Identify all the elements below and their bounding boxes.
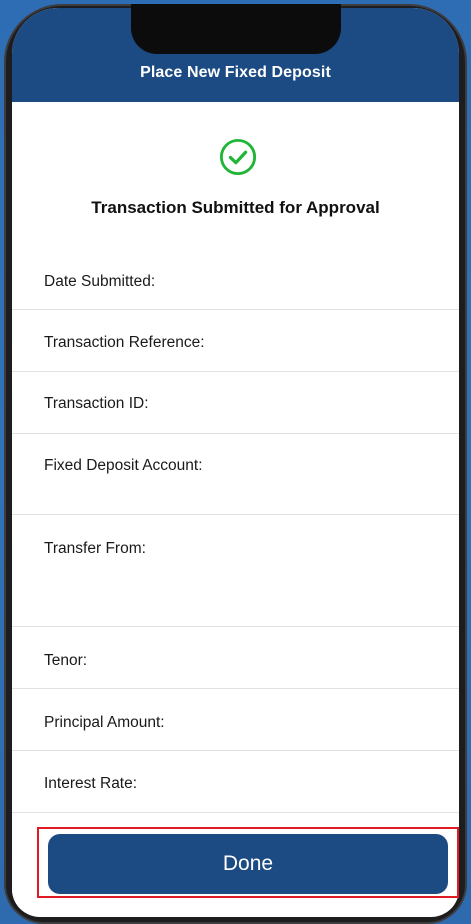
- status-section: Transaction Submitted for Approval: [12, 102, 459, 249]
- done-button[interactable]: Done: [48, 834, 448, 894]
- principal-amount-label: Principal Amount:: [44, 714, 165, 731]
- app-screen: Place New Fixed Deposit Transaction Subm…: [12, 8, 459, 917]
- status-title: Transaction Submitted for Approval: [91, 198, 380, 217]
- fixed-deposit-account-row: Fixed Deposit Account:: [12, 434, 459, 515]
- phone-notch: [131, 4, 341, 54]
- page-title: Place New Fixed Deposit: [140, 64, 331, 81]
- interest-rate-label: Interest Rate:: [44, 775, 138, 792]
- tenor-label: Tenor:: [44, 652, 88, 669]
- fixed-deposit-account-label: Fixed Deposit Account:: [44, 457, 203, 474]
- transfer-from-label: Transfer From:: [44, 540, 146, 557]
- transaction-id-label: Transaction ID:: [44, 395, 149, 412]
- check-circle-icon: [219, 138, 257, 176]
- transaction-reference-label: Transaction Reference:: [44, 334, 205, 351]
- transaction-reference-row: Transaction Reference:: [12, 310, 459, 372]
- date-submitted-row: Date Submitted:: [12, 248, 459, 310]
- tenor-row: Tenor:: [12, 627, 459, 689]
- date-submitted-label: Date Submitted:: [44, 273, 156, 290]
- interest-rate-row: Interest Rate:: [12, 751, 459, 813]
- transfer-from-row: Transfer From:: [12, 515, 459, 627]
- principal-amount-row: Principal Amount:: [12, 689, 459, 751]
- transaction-id-row: Transaction ID:: [12, 372, 459, 434]
